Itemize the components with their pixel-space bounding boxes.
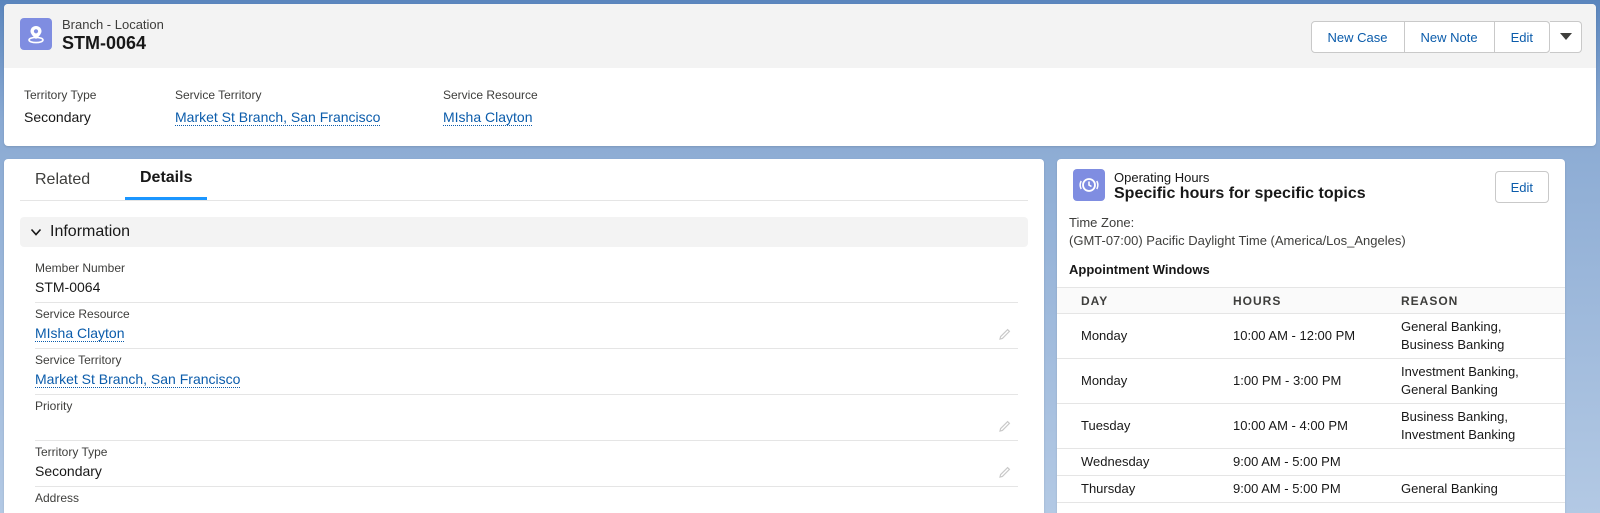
highlight-territory-type: Territory Type Secondary xyxy=(24,88,96,125)
time-zone-label: Time Zone: xyxy=(1069,215,1135,230)
reason-line: Investment Banking, xyxy=(1401,364,1519,379)
clock-icon xyxy=(1073,169,1105,201)
day-cell: Monday xyxy=(1057,358,1233,404)
information-section-header[interactable]: Information xyxy=(20,217,1028,247)
field-label: Service Territory xyxy=(35,353,122,367)
appointment-windows-title: Appointment Windows xyxy=(1069,262,1210,277)
reason-cell: General Banking xyxy=(1401,475,1565,503)
record-object-type: Branch - Location xyxy=(62,17,164,32)
record-header: Branch - Location STM-0064 New Case New … xyxy=(4,4,1596,68)
more-actions-button[interactable] xyxy=(1550,21,1582,53)
reason-line: Business Banking xyxy=(1401,337,1505,352)
column-header-reason: REASON xyxy=(1401,287,1565,314)
pencil-icon[interactable] xyxy=(998,327,1012,341)
field-territory-type: Territory Type Secondary xyxy=(35,441,1018,487)
reason-line: Business Banking, xyxy=(1401,409,1508,424)
pencil-icon[interactable] xyxy=(998,465,1012,479)
highlight-label: Service Resource xyxy=(443,88,538,102)
table-row: Thursday 9:00 AM - 5:00 PM General Banki… xyxy=(1057,475,1565,503)
highlights-panel: Branch - Location STM-0064 New Case New … xyxy=(4,4,1596,146)
hours-cell: 10:00 AM - 12:00 PM xyxy=(1233,313,1401,359)
field-address: Address xyxy=(35,487,1018,513)
day-cell: Wednesday xyxy=(1057,448,1233,476)
table-row: Monday 10:00 AM - 12:00 PM General Banki… xyxy=(1057,313,1565,359)
column-header-day: DAY xyxy=(1057,287,1233,314)
day-cell: Tuesday xyxy=(1057,403,1233,449)
pencil-icon[interactable] xyxy=(998,419,1012,433)
service-territory-link[interactable]: Market St Branch, San Francisco xyxy=(35,371,241,388)
action-button-group: New Case New Note Edit xyxy=(1310,21,1550,53)
field-label: Address xyxy=(35,491,80,505)
section-title: Information xyxy=(50,223,131,240)
field-service-resource: Service Resource MIsha Clayton xyxy=(35,303,1018,349)
reason-cell: Investment Banking, General Banking xyxy=(1401,358,1565,404)
field-label: Territory Type xyxy=(35,445,108,459)
column-header-hours: HOURS xyxy=(1233,287,1401,314)
details-card: Related Details Information Member Numbe… xyxy=(4,159,1044,513)
location-pin-icon xyxy=(20,18,52,50)
operating-hours-card: Operating Hours Specific hours for speci… xyxy=(1057,159,1565,513)
time-zone-value: (GMT-07:00) Pacific Daylight Time (Ameri… xyxy=(1069,233,1406,248)
field-label: Service Resource xyxy=(35,307,130,321)
new-case-button[interactable]: New Case xyxy=(1311,22,1405,52)
highlight-service-territory: Service Territory Market St Branch, San … xyxy=(175,88,381,126)
day-cell: Thursday xyxy=(1057,475,1233,503)
reason-cell: General Banking, Business Banking xyxy=(1401,313,1565,359)
table-row: Tuesday 10:00 AM - 4:00 PM Business Bank… xyxy=(1057,403,1565,449)
field-value: Secondary xyxy=(35,463,102,479)
highlight-service-resource: Service Resource MIsha Clayton xyxy=(443,88,538,126)
tab-related[interactable]: Related xyxy=(20,159,105,201)
field-priority: Priority xyxy=(35,395,1018,441)
chevron-down-icon xyxy=(30,228,42,236)
field-service-territory: Service Territory Market St Branch, San … xyxy=(35,349,1018,395)
tab-bar: Related Details xyxy=(20,159,1028,201)
table-row: Monday 1:00 PM - 3:00 PM Investment Bank… xyxy=(1057,358,1565,404)
appointment-windows-table: DAY HOURS REASON Monday 10:00 AM - 12:00… xyxy=(1057,287,1565,503)
operating-hours-title: Specific hours for specific topics xyxy=(1114,185,1366,202)
day-cell: Monday xyxy=(1057,313,1233,359)
service-resource-link[interactable]: MIsha Clayton xyxy=(35,325,125,342)
hours-cell: 9:00 AM - 5:00 PM xyxy=(1233,448,1401,476)
service-territory-link[interactable]: Market St Branch, San Francisco xyxy=(175,109,381,126)
table-row: Wednesday 9:00 AM - 5:00 PM xyxy=(1057,448,1565,476)
reason-line: General Banking xyxy=(1401,481,1498,496)
hours-cell: 10:00 AM - 4:00 PM xyxy=(1233,403,1401,449)
highlight-label: Service Territory xyxy=(175,88,262,102)
table-header-row: DAY HOURS REASON xyxy=(1057,287,1565,314)
reason-cell xyxy=(1401,448,1565,476)
highlight-value: Secondary xyxy=(24,109,91,125)
service-resource-link[interactable]: MIsha Clayton xyxy=(443,109,533,126)
reason-line: General Banking xyxy=(1401,382,1498,397)
field-label: Member Number xyxy=(35,261,126,275)
reason-line: Investment Banking xyxy=(1401,427,1516,442)
card-object-type: Operating Hours xyxy=(1114,170,1210,185)
field-member-number: Member Number STM-0064 xyxy=(35,257,1018,303)
highlight-label: Territory Type xyxy=(24,88,97,102)
edit-button[interactable]: Edit xyxy=(1494,22,1549,52)
reason-line: General Banking, xyxy=(1401,319,1502,334)
hours-cell: 9:00 AM - 5:00 PM xyxy=(1233,475,1401,503)
record-title: STM-0064 xyxy=(62,33,147,53)
chevron-down-icon xyxy=(1559,33,1572,40)
field-label: Priority xyxy=(35,399,73,413)
edit-operating-hours-button[interactable]: Edit xyxy=(1494,171,1549,203)
hours-cell: 1:00 PM - 3:00 PM xyxy=(1233,358,1401,404)
reason-cell: Business Banking, Investment Banking xyxy=(1401,403,1565,449)
new-note-button[interactable]: New Note xyxy=(1404,22,1495,52)
field-value: STM-0064 xyxy=(35,279,101,295)
tab-details[interactable]: Details xyxy=(125,159,208,200)
